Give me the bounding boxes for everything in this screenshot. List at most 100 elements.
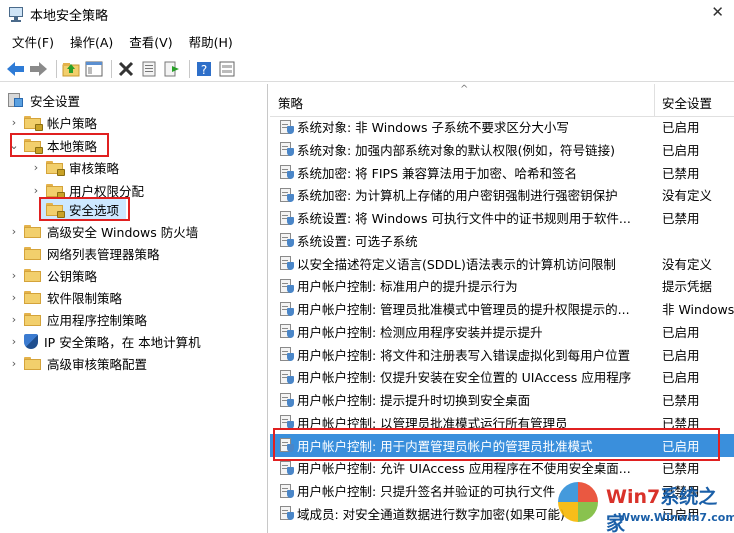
policy-name: 用户帐户控制: 管理员批准模式中管理员的提升权限提示的... [297, 302, 630, 317]
table-row[interactable]: 系统对象: 非 Windows 子系统不要求区分大小写 已启用 [270, 115, 734, 138]
up-folder-icon[interactable] [61, 59, 81, 79]
help-icon[interactable]: ? [194, 59, 214, 79]
table-row[interactable]: 系统加密: 为计算机上存储的用户密钥强制进行强密钥保护 没有定义 [270, 183, 734, 206]
folder-icon [24, 224, 41, 238]
security-policy-icon [280, 165, 294, 179]
security-policy-icon [280, 324, 294, 339]
policy-name: 系统加密: 将 FIPS 兼容算法用于加密、哈希和签名 [297, 165, 577, 181]
column-divider[interactable] [654, 84, 655, 117]
show-hide-tree-icon[interactable] [84, 59, 104, 79]
tree-label: 高级安全 Windows 防火墙 [47, 224, 199, 240]
folder-icon [24, 356, 41, 370]
folder-icon [24, 246, 41, 260]
policy-name: 系统设置: 可选子系统 [297, 233, 418, 249]
table-row[interactable]: 系统对象: 加强内部系统对象的默认权限(例如，符号链接) 已启用 [270, 138, 734, 161]
back-arrow-icon[interactable] [6, 59, 26, 79]
policy-name: 系统对象: 非 Windows 子系统不要求区分大小写 [297, 120, 569, 135]
menu-bar: 文件(F) 操作(A) 查看(V) 帮助(H) [0, 30, 734, 52]
column-header-setting[interactable]: 安全设置 [662, 93, 712, 112]
table-row[interactable]: 用户帐户控制: 仅提升安装在安全位置的 UIAccess 应用程序 已启用 [270, 365, 734, 388]
local-security-policy-icon [8, 6, 24, 22]
tree-item-software-restriction[interactable]: › 软件限制策略 [8, 287, 122, 307]
tree-label: IP 安全策略，在 本地计算机 [44, 334, 201, 350]
security-policy-icon [280, 392, 294, 407]
policy-setting: 已禁用 [662, 461, 700, 477]
close-icon[interactable]: ✕ [711, 3, 724, 21]
toolbar-separator [56, 59, 57, 78]
table-row[interactable]: 系统设置: 可选子系统 [270, 229, 734, 252]
table-row[interactable]: 系统设置: 将 Windows 可执行文件中的证书规则用于软件... 已禁用 [270, 206, 734, 229]
chevron-right-icon[interactable]: › [8, 225, 20, 238]
svg-text:?: ? [201, 63, 207, 77]
security-policy-icon [280, 369, 294, 384]
policy-name: 用户帐户控制: 仅提升安装在安全位置的 UIAccess 应用程序 [297, 370, 632, 386]
security-settings-icon [8, 93, 24, 107]
policy-setting: 已禁用 [662, 211, 700, 226]
table-row[interactable]: 系统加密: 将 FIPS 兼容算法用于加密、哈希和签名 已禁用 [270, 161, 734, 184]
policy-name: 系统对象: 加强内部系统对象的默认权限(例如，符号链接) [297, 142, 615, 158]
table-row[interactable]: 用户帐户控制: 管理员批准模式中管理员的提升权限提示的... 非 Windows [270, 297, 734, 320]
forward-arrow-icon[interactable] [29, 59, 49, 79]
policy-setting: 已启用 [662, 324, 700, 340]
security-policy-icon [280, 119, 294, 134]
policy-setting: 已禁用 [662, 393, 700, 408]
properties-icon[interactable] [139, 59, 159, 79]
policy-name: 系统加密: 为计算机上存储的用户密钥强制进行强密钥保护 [297, 188, 618, 204]
delete-icon[interactable] [116, 59, 136, 79]
tree-item-public-key-policies[interactable]: › 公钥策略 [8, 265, 97, 285]
policy-list: ^ 策略 安全设置 系统对象: 非 Windows 子系统不要求区分大小写 已启用… [270, 84, 734, 533]
chevron-right-icon[interactable]: › [30, 161, 42, 174]
chevron-right-icon[interactable]: › [8, 313, 20, 326]
chevron-right-icon[interactable]: › [8, 291, 20, 304]
folder-icon [24, 312, 41, 326]
security-policy-icon [280, 142, 294, 157]
tree-root-security-settings[interactable]: 安全设置 [8, 90, 80, 110]
tree-item-advanced-audit[interactable]: › 高级审核策略配置 [8, 353, 147, 373]
security-policy-icon [280, 278, 294, 293]
tree-label: 帐户策略 [47, 115, 98, 131]
tree-label: 公钥策略 [47, 268, 98, 284]
menu-help[interactable]: 帮助(H) [181, 32, 241, 51]
policy-setting: 已启用 [662, 347, 700, 363]
security-policy-icon [280, 233, 294, 248]
policy-setting: 已启用 [662, 370, 700, 386]
policy-setting: 已启用 [662, 142, 700, 158]
policy-name: 用户帐户控制: 提示提升时切换到安全桌面 [297, 393, 531, 408]
chevron-right-icon[interactable]: › [8, 335, 20, 348]
toolbar: ? [0, 56, 734, 82]
table-row[interactable]: 以安全描述符定义语言(SDDL)语法表示的计算机访问限制 没有定义 [270, 252, 734, 275]
table-row[interactable]: 用户帐户控制: 标准用户的提升提示行为 提示凭据 [270, 274, 734, 297]
annotation-box-selected-policy [273, 428, 720, 461]
win7-site-watermark-logo: Win7系统之家 Www.Winwin7.com [554, 478, 734, 533]
table-row[interactable]: 用户帐户控制: 将文件和注册表写入错误虚拟化到每用户位置 已启用 [270, 343, 734, 366]
tree-item-windows-firewall[interactable]: › 高级安全 Windows 防火墙 [8, 221, 198, 241]
chevron-right-icon[interactable]: › [8, 116, 20, 129]
locked-folder-icon [46, 183, 65, 199]
security-policy-icon [280, 460, 294, 475]
table-row[interactable]: 用户帐户控制: 提示提升时切换到安全桌面 已禁用 [270, 388, 734, 411]
sort-ascending-icon: ^ [460, 84, 469, 95]
policy-name: 系统设置: 将 Windows 可执行文件中的证书规则用于软件... [297, 211, 631, 226]
locked-folder-icon [46, 160, 65, 176]
tree-item-audit-policy[interactable]: › 审核策略 [30, 157, 119, 177]
list-header: ^ 策略 安全设置 [270, 84, 734, 117]
tree-item-account-policies[interactable]: › 帐户策略 [8, 112, 97, 132]
menu-action[interactable]: 操作(A) [62, 32, 121, 51]
table-row[interactable]: 用户帐户控制: 检测应用程序安装并提示提升 已启用 [270, 320, 734, 343]
menu-file[interactable]: 文件(F) [4, 32, 62, 51]
tree-item-app-control[interactable]: › 应用程序控制策略 [8, 309, 147, 329]
policy-name: 用户帐户控制: 允许 UIAccess 应用程序在不使用安全桌面... [297, 461, 631, 477]
tree-item-ip-security[interactable]: › IP 安全策略，在 本地计算机 [8, 331, 201, 351]
chevron-right-icon[interactable]: › [8, 357, 20, 370]
column-header-policy[interactable]: 策略 [278, 93, 303, 112]
console-view-icon[interactable] [217, 59, 237, 79]
chevron-right-icon[interactable]: › [30, 184, 42, 197]
menu-view[interactable]: 查看(V) [121, 32, 180, 51]
policy-setting: 已启用 [662, 120, 700, 135]
policy-setting: 没有定义 [662, 188, 713, 204]
folder-icon [24, 268, 41, 282]
export-list-icon[interactable] [162, 59, 182, 79]
tree-item-network-list-manager[interactable]: 网络列表管理器策略 [24, 243, 160, 263]
watermark-url: Www.Winwin7.com [618, 511, 734, 524]
chevron-right-icon[interactable]: › [8, 269, 20, 282]
